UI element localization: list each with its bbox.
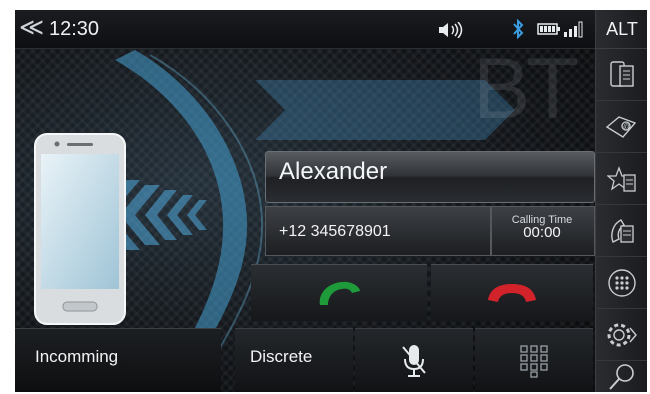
caller-name: Alexander [279,158,388,185]
volume-icon [439,22,463,38]
alt-button[interactable]: ALT [596,10,647,49]
phone-contacts-button[interactable] [596,49,647,101]
incoming-button[interactable]: Incomming [15,328,221,392]
clock: 12:30 [49,18,100,40]
keypad-button[interactable] [475,328,593,392]
back-chevron-icon[interactable]: ≪ [19,15,44,41]
phone-contacts-icon [610,60,634,87]
incoming-label: Incomming [35,347,119,366]
phone-device-icon [34,133,126,325]
dialpad-button[interactable] [596,257,647,309]
sidebar: ALT @ [595,10,647,392]
settings-button[interactable] [596,309,647,361]
hang-up-icon [488,284,536,302]
discrete-label: Discrete [250,347,313,366]
call-screen: BT ≪ 12:30 Alexander +12 345678901 Calli… [15,10,595,392]
status-bar: ≪ 12:30 [15,10,595,49]
search-button[interactable] [596,361,647,392]
bt-watermark: BT [473,41,579,137]
settings-icon [607,323,637,346]
bluetooth-icon [513,19,524,39]
discrete-button[interactable]: Discrete [235,328,353,392]
signal-icon [564,21,583,38]
car-display-screen: BT ≪ 12:30 Alexander +12 345678901 Calli… [15,10,647,392]
call-log-button[interactable] [596,205,647,257]
call-log-icon [611,218,634,243]
battery-icon [537,23,560,35]
answer-call-icon [319,281,360,305]
email-book-button[interactable]: @ [596,101,647,153]
search-icon [609,363,634,390]
favorites-list-icon [607,165,636,192]
svg-text:@: @ [623,122,631,131]
caller-number: +12 345678901 [279,223,391,240]
favorites-list-button[interactable] [596,153,647,205]
microphone-mute-icon [402,345,426,377]
hang-up-button[interactable] [431,264,593,321]
email-book-icon: @ [605,115,637,138]
calling-time-value: 00:00 [523,224,561,241]
mute-button[interactable] [355,328,473,392]
answer-call-button[interactable] [251,264,427,321]
keypad-icon [520,345,548,378]
keypad-icon [608,268,636,297]
